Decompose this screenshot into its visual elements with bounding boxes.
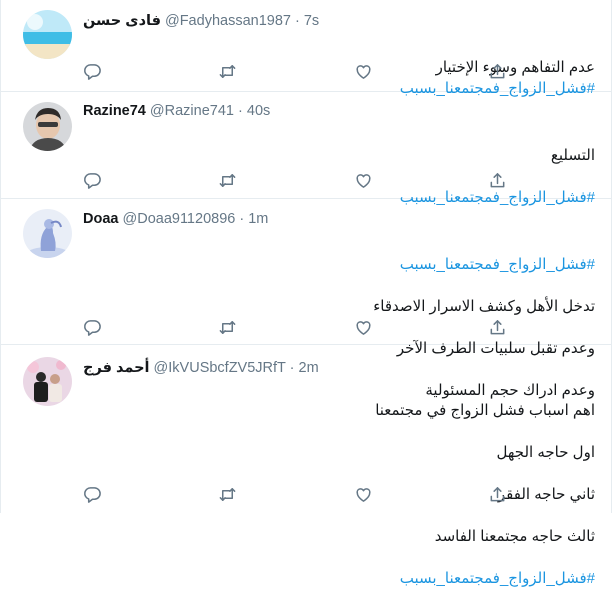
retweet-button[interactable] [218, 485, 238, 505]
separator-dot: · [238, 103, 243, 119]
share-button[interactable] [488, 62, 508, 82]
tweet-text-line: تدخل الأهل وكشف الاسرار الاصدقاء [373, 298, 595, 315]
reply-icon [84, 320, 101, 336]
reply-button[interactable] [83, 171, 103, 191]
tweet-header: Razine74 @Razine741 · 40s [83, 103, 270, 119]
tweet-header: فادى حسن @Fadyhassan1987 · 7s [83, 13, 319, 29]
share-button[interactable] [488, 171, 508, 191]
retweet-icon [219, 488, 236, 501]
tweet-actions [83, 62, 513, 82]
retweet-icon [219, 65, 236, 78]
like-icon [356, 321, 371, 335]
separator-dot: · [294, 13, 300, 29]
avatar[interactable] [23, 10, 72, 59]
share-icon [490, 64, 505, 79]
share-icon [490, 173, 505, 188]
share-button[interactable] [488, 485, 508, 505]
hashtag-link[interactable]: #فشل_الزواج_فمجتمعنا_بسبب [83, 254, 595, 275]
share-button[interactable] [488, 318, 508, 338]
retweet-icon [219, 174, 236, 187]
tweet[interactable]: أحمد فرج @IkVUSbcfZV5JRfT · 2m اهم اسباب… [1, 344, 611, 587]
share-icon [490, 320, 505, 335]
tweet-feed: فادى حسن @Fadyhassan1987 · 7s عدم التفاه… [0, 0, 612, 587]
username[interactable]: @Razine741 [150, 103, 234, 119]
like-icon [356, 174, 371, 188]
reply-icon [84, 487, 101, 503]
username[interactable]: @IkVUSbcfZV5JRfT [154, 360, 286, 376]
tweet-actions [83, 171, 513, 191]
timestamp[interactable]: 1m [248, 211, 268, 227]
like-icon [356, 65, 371, 79]
retweet-icon [219, 321, 236, 334]
tweet[interactable]: Doaa @Doaa91120896 · 1m #فشل_الزواج_فمجت… [1, 198, 611, 399]
like-icon [356, 488, 371, 502]
hashtag-link[interactable]: #فشل_الزواج_فمجتمعنا_بسبب [83, 568, 595, 589]
tweet-text-line: التسليع [550, 147, 595, 164]
like-button[interactable] [354, 171, 374, 191]
retweet-button[interactable] [218, 171, 238, 191]
timestamp[interactable]: 7s [304, 13, 319, 29]
avatar[interactable] [23, 102, 72, 151]
display-name[interactable]: Doaa [83, 211, 118, 227]
reply-button[interactable] [83, 62, 103, 82]
tweet-text-line: اول حاجه الجهل [496, 444, 596, 461]
tweet[interactable]: Razine74 @Razine741 · 40s التسليع #فشل_ا… [1, 91, 611, 206]
tweet-header: أحمد فرج @IkVUSbcfZV5JRfT · 2m [83, 360, 319, 376]
reply-button[interactable] [83, 318, 103, 338]
display-name[interactable]: فادى حسن [83, 13, 161, 29]
reply-icon [84, 64, 101, 80]
tweet-actions [83, 485, 513, 505]
avatar[interactable] [23, 209, 72, 258]
timestamp[interactable]: 2m [299, 360, 319, 376]
tweet-actions [83, 318, 513, 338]
display-name[interactable]: أحمد فرج [83, 360, 150, 376]
retweet-button[interactable] [218, 318, 238, 338]
tweet[interactable]: فادى حسن @Fadyhassan1987 · 7s عدم التفاه… [1, 0, 611, 97]
username[interactable]: @Doaa91120896 [123, 211, 236, 227]
like-button[interactable] [354, 485, 374, 505]
display-name[interactable]: Razine74 [83, 103, 146, 119]
timestamp[interactable]: 40s [247, 103, 270, 119]
like-button[interactable] [354, 62, 374, 82]
avatar[interactable] [23, 357, 72, 406]
tweet-text-line: ثالث حاجه مجتمعنا الفاسد [434, 528, 595, 545]
username[interactable]: @Fadyhassan1987 [165, 13, 291, 29]
reply-icon [84, 173, 101, 189]
reply-button[interactable] [83, 485, 103, 505]
share-icon [490, 487, 505, 502]
tweet-text-line: اهم اسباب فشل الزواج في مجتمعنا [375, 402, 595, 419]
separator-dot: · [239, 211, 245, 227]
retweet-button[interactable] [218, 62, 238, 82]
tweet-header: Doaa @Doaa91120896 · 1m [83, 211, 268, 227]
separator-dot: · [289, 360, 295, 376]
like-button[interactable] [354, 318, 374, 338]
